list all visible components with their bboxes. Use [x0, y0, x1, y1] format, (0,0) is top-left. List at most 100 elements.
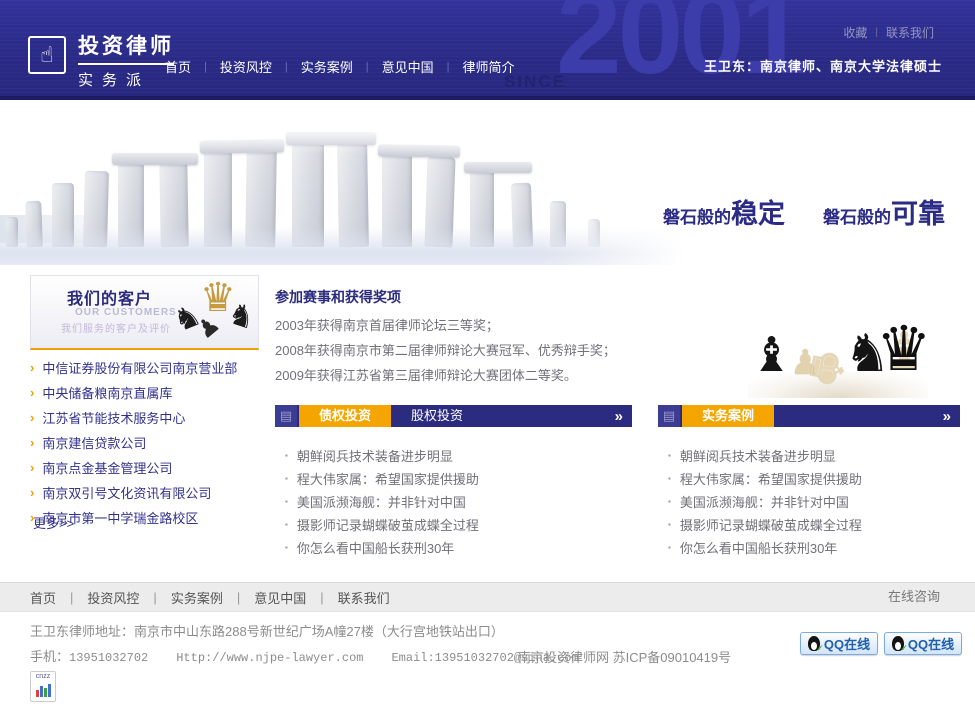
slogan-prefix: 磐石般的	[663, 208, 731, 227]
client-item[interactable]: ›中信证券股份有限公司南京营业部	[30, 355, 265, 380]
client-item[interactable]: ›江苏省节能技术服务中心	[30, 405, 265, 430]
news-item[interactable]: ▪摄影师记录蝴蝶破茧成蝶全过程	[668, 513, 862, 536]
chess-black-queen-icon: ♛	[876, 319, 932, 381]
client-link: 南京点金基金管理公司	[42, 458, 172, 477]
customers-subtitle-en: OUR CUSTOMERS	[75, 307, 177, 318]
lintel	[464, 162, 532, 173]
news-link: 你怎么看中国船长获刑30年	[297, 538, 454, 557]
cnzz-counter-badge[interactable]: cnzz	[30, 671, 56, 702]
news-item[interactable]: ▪ 你怎么看中国船长获刑30年	[668, 536, 862, 559]
favorite-link[interactable]: 收藏	[835, 24, 875, 41]
award-item: 2008年获得南京市第二届律师辩论大赛冠军、优秀辩手奖；	[275, 338, 616, 363]
cases-panel-header: ▤ 实务案例 »	[658, 405, 960, 427]
main-nav: 首页 | 投资风控 | 实务案例 | 意见中国 | 律师简介	[152, 57, 528, 76]
tab-equity-investment[interactable]: 股权投资	[391, 405, 483, 427]
customers-title: 我们的客户	[67, 285, 152, 309]
square-bullet-icon: ▪	[668, 474, 671, 483]
news-item[interactable]: ▪朝鲜阅兵技术装备进步明显	[285, 444, 479, 467]
square-bullet-icon: ▪	[285, 543, 288, 552]
nav-item-home[interactable]: 首页	[152, 57, 204, 76]
arrow-bullet-icon: ›	[30, 485, 34, 500]
nav-item-opinion[interactable]: 意见中国	[369, 57, 447, 76]
cnzz-barchart-icon	[31, 682, 55, 699]
phone-number: 13951032702	[69, 651, 148, 665]
chess-black-bishop-icon: ♝	[750, 332, 793, 380]
news-item[interactable]: ▪美国派濒海舰：并非针对中国	[285, 490, 479, 513]
investment-news-list: ▪朝鲜阅兵技术装备进步明显 ▪程大伟家属：希望国家提供援助 ▪美国派濒海舰：并非…	[285, 444, 479, 559]
qq-penguin-icon: ✓	[808, 636, 820, 651]
client-item[interactable]: › 中央储备粮南京直属库	[30, 380, 265, 405]
icp-info: 南京投资律师网 苏ICP备09010419号	[518, 647, 731, 666]
news-link: 摄影师记录蝴蝶破茧成蝶全过程	[297, 515, 479, 534]
client-item[interactable]: › 南京点金基金管理公司	[30, 455, 265, 480]
news-link: 摄影师记录蝴蝶破茧成蝶全过程	[680, 515, 862, 534]
chess-photo: ♝ ♝ ♟ ♚ ♞ ♛	[748, 276, 928, 398]
arrow-bullet-icon: ›	[30, 385, 34, 400]
news-item[interactable]: ▪ 摄影师记录蝴蝶破茧成蝶全过程	[285, 513, 479, 536]
footer-contact-line: 手机：13951032702 Http://www.njpe-lawyer.com…	[30, 646, 579, 665]
square-bullet-icon: ▪	[285, 520, 288, 529]
award-item: 2003年获得南京首届律师论坛三等奖；	[275, 313, 616, 338]
qq-online-button[interactable]: ✓ QQ在线	[884, 632, 962, 655]
news-item[interactable]: ▪ 你怎么看中国船长获刑30年	[285, 536, 479, 559]
logo[interactable]: ☝	[28, 36, 66, 74]
footer-nav-opinion[interactable]: 意见中国	[240, 588, 320, 607]
list-grid-icon: ▤	[658, 405, 680, 427]
footer-address: 王卫东律师地址：南京市中山东路288号新世纪广场A幢27楼（大行宫地铁站出口）	[30, 621, 504, 640]
arrow-bullet-icon: ›	[30, 360, 34, 375]
more-arrow-icon[interactable]: »	[615, 408, 632, 425]
client-item[interactable]: › 南京双引号文化资讯有限公司	[30, 480, 265, 505]
qq-button-label: QQ在线	[908, 634, 954, 653]
arrow-bullet-icon: ›	[30, 410, 34, 425]
news-item[interactable]: ▪程大伟家属：希望国家提供援助	[285, 467, 479, 490]
square-bullet-icon: ▪	[668, 451, 671, 460]
footer-nav-bar: 首页 | 投资风控 | 实务案例 | 意见中国 | 联系我们 在线咨询	[0, 582, 975, 612]
awards-list: 2003年获得南京首届律师论坛三等奖； 2008年获得南京市第二届律师辩论大赛冠…	[275, 313, 616, 388]
awards-title: 参加赛事和获得奖项	[275, 287, 401, 307]
website-link[interactable]: Http://www.njpe-lawyer.com	[176, 651, 363, 665]
square-bullet-icon: ▪	[285, 474, 288, 483]
phone-label: 手机：	[30, 649, 69, 664]
slogan-main: 可靠	[891, 199, 945, 229]
square-bullet-icon: ▪	[668, 543, 671, 552]
footer-nav-home[interactable]: 首页	[30, 588, 70, 607]
client-link: 南京双引号文化资讯有限公司	[42, 483, 211, 502]
news-link: 朝鲜阅兵技术装备进步明显	[297, 446, 453, 465]
footer-nav-risk[interactable]: 投资风控	[73, 588, 153, 607]
client-item[interactable]: ›南京建信贷款公司	[30, 430, 265, 455]
nav-item-profile[interactable]: 律师简介	[450, 57, 528, 76]
contact-link[interactable]: 联系我们	[878, 24, 942, 41]
hand-pointer-icon: ☝	[40, 42, 53, 68]
arrow-bullet-icon: ›	[30, 460, 34, 475]
news-item[interactable]: ▪ 程大伟家属：希望国家提供援助	[668, 467, 862, 490]
news-item[interactable]: ▪朝鲜阅兵技术装备进步明显	[668, 444, 862, 467]
slogan-stability: 磐石般的稳定	[663, 192, 785, 231]
tab-practice-cases[interactable]: 实务案例	[682, 405, 774, 427]
nav-item-risk[interactable]: 投资风控	[207, 57, 285, 76]
online-check-icon: ✓	[816, 643, 824, 654]
qq-online-button[interactable]: ✓ QQ在线	[800, 632, 878, 655]
qq-button-label: QQ在线	[824, 634, 870, 653]
tab-debt-investment[interactable]: 债权投资	[299, 405, 391, 427]
more-arrow-icon[interactable]: »	[943, 408, 960, 425]
qq-penguin-icon: ✓	[892, 636, 904, 651]
news-link: 程大伟家属：希望国家提供援助	[680, 469, 862, 488]
online-check-icon: ✓	[900, 643, 908, 654]
hero-banner: 磐石般的稳定磐石般的可靠	[0, 100, 975, 265]
footer-nav-cases[interactable]: 实务案例	[157, 588, 237, 607]
slogan-prefix: 磐石般的	[823, 208, 891, 227]
arrow-bullet-icon: ›	[30, 435, 34, 450]
list-grid-icon: ▤	[275, 405, 297, 427]
more-clients-link[interactable]: 更多>>	[33, 513, 74, 532]
footer-nav-contact[interactable]: 联系我们	[324, 588, 404, 607]
news-item[interactable]: ▪美国派濒海舰：并非针对中国	[668, 490, 862, 513]
site-header: 2001 SINCE ☝ 投资律师 实务派 首页 | 投资风控 | 实务案例 |…	[0, 0, 975, 100]
nav-item-cases[interactable]: 实务案例	[288, 57, 366, 76]
watermark-year: 2001	[556, 0, 803, 92]
news-link: 你怎么看中国船长获刑30年	[680, 538, 837, 557]
investment-panel-header: ▤ 债权投资 股权投资 »	[275, 405, 632, 427]
cases-news-list: ▪朝鲜阅兵技术装备进步明显 ▪ 程大伟家属：希望国家提供援助 ▪美国派濒海舰：并非…	[668, 444, 862, 559]
customers-subtitle-cn: 我们服务的客户及评价	[61, 320, 171, 335]
client-link: 中央储备粮南京直属库	[42, 383, 172, 402]
online-consult-link[interactable]: 在线咨询	[888, 583, 940, 611]
